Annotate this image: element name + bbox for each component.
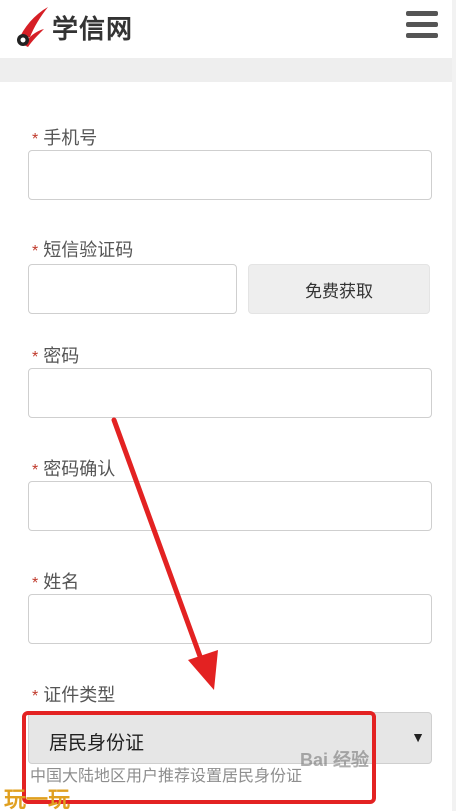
chevron-down-icon: ▼ [411,729,425,745]
required-mark: * [32,462,39,479]
confirm-password-input[interactable] [28,481,432,531]
header-divider [0,58,456,82]
watermark-corner: 玩一玩 [4,787,71,811]
sms-code-label-text: 短信验证码 [43,240,134,260]
confirm-password-label: * 密码确认 [32,455,115,481]
required-mark: * [32,575,39,592]
id-type-label-text: 证件类型 [43,685,116,705]
hamburger-menu-icon[interactable] [404,8,440,42]
name-label-text: 姓名 [43,572,80,592]
password-label-text: 密码 [43,346,80,366]
password-input[interactable] [28,368,432,418]
confirm-password-label-text: 密码确认 [43,459,116,479]
phone-input[interactable] [28,150,432,200]
top-header: 学信网 [0,0,456,58]
sms-code-input[interactable] [28,264,237,314]
chsi-logo[interactable]: 学信网 [14,4,133,50]
phone-label-text: 手机号 [43,128,98,148]
name-label: * 姓名 [32,568,79,594]
site-name: 学信网 [52,14,134,45]
required-mark: * [32,688,39,705]
menu-bar [406,11,438,16]
required-mark: * [32,243,39,260]
logo-bird-icon [17,7,48,47]
password-label: * 密码 [32,342,79,368]
menu-bar [406,33,438,38]
name-input[interactable] [28,594,432,644]
page-edge [452,0,456,811]
phone-label: * 手机号 [32,124,97,150]
required-mark: * [32,349,39,366]
get-code-button[interactable]: 免费获取 [248,264,430,314]
watermark-baidu: Bai 经验 [300,750,370,770]
required-mark: * [32,131,39,148]
sms-code-label: * 短信验证码 [32,236,133,262]
menu-bar [406,22,438,27]
id-type-label: * 证件类型 [32,681,115,707]
